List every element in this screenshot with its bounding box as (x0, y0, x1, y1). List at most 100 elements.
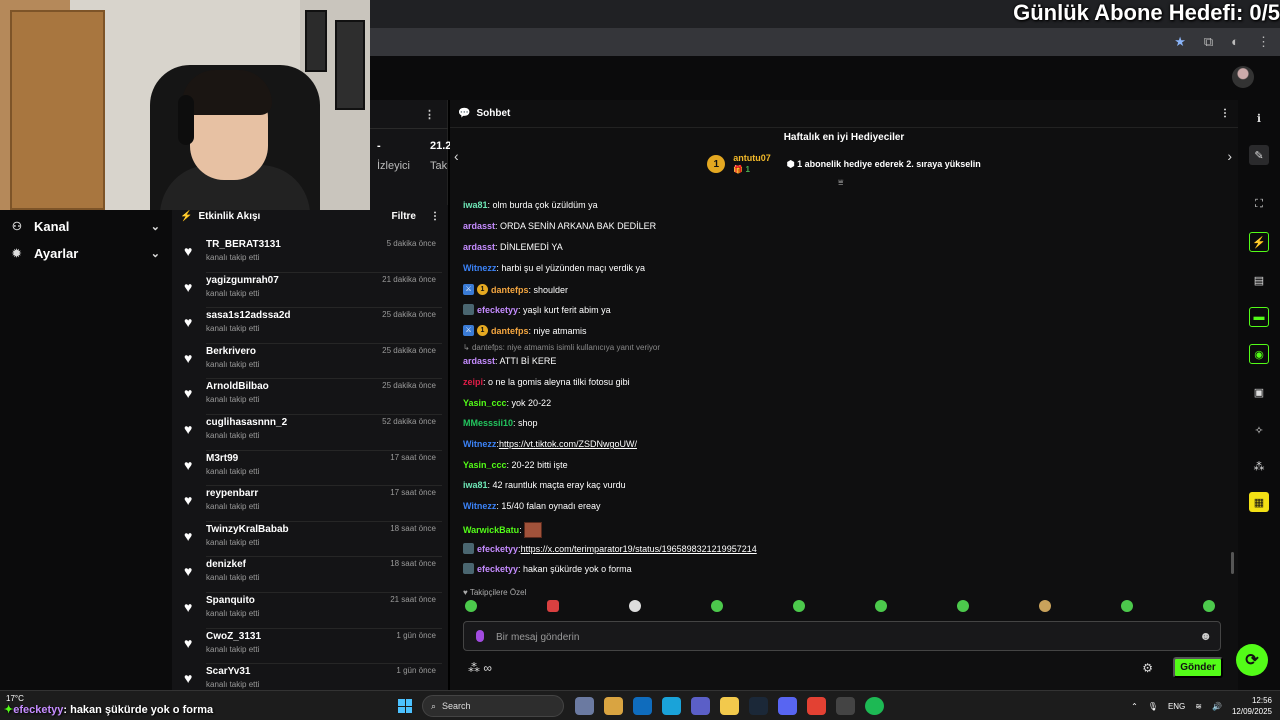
outlook-icon[interactable] (633, 697, 652, 715)
list-item[interactable]: ♥ yagizgumrah07 kanalı takip etti 21 dakika… (172, 273, 448, 309)
teams-icon[interactable] (691, 697, 710, 715)
chat-username[interactable]: Witnezz (463, 263, 496, 273)
list-item[interactable]: ♥ cuglihasasnnn_2 kanalı takip etti 52 daki… (172, 415, 448, 451)
discord-icon[interactable] (778, 697, 797, 715)
chat-link[interactable]: https://x.com/terimparator19/status/1965… (521, 544, 757, 554)
edge-icon[interactable] (662, 697, 681, 715)
list-item[interactable]: ♥ sasa1s12adssa2d kanalı takip etti 25 daki… (172, 308, 448, 344)
windows-start-icon[interactable] (398, 699, 412, 713)
chat-username[interactable]: Yasin_ccc (463, 460, 507, 470)
broadcast-icon[interactable]: ◉ (1249, 344, 1269, 364)
sidebar-item-label: Ayarlar (34, 246, 79, 261)
emote-button[interactable] (711, 600, 723, 612)
sidebar-item-channel[interactable]: ⚇ Kanal ⌄ (0, 213, 172, 240)
clock[interactable]: 12:56 12/09/2025 (1232, 695, 1272, 717)
nodes-icon[interactable]: ⁂ (1249, 456, 1269, 476)
wrench-icon[interactable]: ✧ (1249, 420, 1269, 440)
list-item[interactable]: ♥ denizkef kanalı takip etti 18 saat önce (172, 557, 448, 593)
microphone-icon[interactable]: 🎙 (1148, 702, 1158, 711)
chat-username[interactable]: efecketyy (477, 564, 518, 574)
top-gifter[interactable]: antutu07 🎁 1 (733, 153, 771, 175)
pencil-icon[interactable]: ✎ (1249, 145, 1269, 165)
taskbar-search[interactable]: ⌕ Search (422, 695, 564, 717)
chat-scrollbar[interactable] (1231, 552, 1234, 574)
list-item[interactable]: ♥ ArnoldBilbao kanalı takip etti 25 dakika … (172, 379, 448, 415)
layout-icon[interactable]: ▣ (1249, 382, 1269, 402)
clapper-icon[interactable]: ▦ (1249, 492, 1269, 512)
chat-icon[interactable]: ▬ (1249, 307, 1269, 327)
more-options-icon[interactable]: ⋮ (430, 211, 440, 222)
volume-icon[interactable]: 🔊 (1212, 702, 1222, 711)
chat-username[interactable]: efecketyy (477, 305, 518, 315)
emote-button[interactable] (629, 600, 641, 612)
chat-username[interactable]: WarwickBatu (463, 525, 519, 535)
obs-icon[interactable] (836, 697, 855, 715)
feed-action: kanalı takip etti (206, 324, 260, 334)
chat-link[interactable]: https://vt.tiktok.com/ZSDNwgoUW/ (499, 439, 637, 449)
emote-button[interactable] (547, 600, 559, 612)
chat-username[interactable]: dantefps (491, 285, 529, 295)
list-item[interactable]: ♥ TwinzyKralBabab kanalı takip etti 18 saat… (172, 522, 448, 558)
copilot-icon[interactable] (575, 697, 594, 715)
wifi-icon[interactable]: ≋ (1195, 702, 1202, 711)
file-explorer-icon[interactable] (720, 697, 739, 715)
profile-icon[interactable]: ◐ (1231, 34, 1239, 50)
chevron-left-icon[interactable]: ‹ (454, 148, 459, 164)
bolt-icon[interactable]: ⚡ (1249, 232, 1269, 252)
extensions-icon[interactable]: ⧉ (1204, 34, 1213, 50)
list-item[interactable]: ♥ TR_BERAT3131 kanalı takip etti 5 dakika ö… (172, 237, 448, 273)
more-options-icon[interactable]: ⋮ (1220, 108, 1230, 119)
chat-message-input[interactable] (496, 628, 1176, 646)
help-button[interactable]: ⟳ (1236, 644, 1268, 676)
emote-button[interactable] (1039, 600, 1051, 612)
chat-username[interactable]: ardasst (463, 356, 495, 366)
spotify-icon[interactable] (865, 697, 884, 715)
document-icon[interactable]: ▤ (1249, 270, 1269, 290)
emote-button[interactable] (793, 600, 805, 612)
emote-button[interactable] (465, 600, 477, 612)
list-item[interactable]: ♥ Spanquito kanalı takip etti 21 saat önce (172, 593, 448, 629)
chevron-right-icon[interactable]: › (1227, 148, 1232, 164)
filter-button[interactable]: Filtre (392, 211, 416, 222)
steam-icon[interactable] (749, 697, 768, 715)
browser-menu-icon[interactable]: ⋮ (1257, 34, 1270, 50)
emote-button[interactable] (875, 600, 887, 612)
chat-username[interactable]: Witnezz (463, 501, 496, 511)
microphone-icon[interactable] (476, 630, 484, 642)
chevron-up-icon[interactable]: ⌃ (1131, 702, 1138, 711)
emoji-icon[interactable]: ☻ (1199, 629, 1212, 643)
list-item[interactable]: ♥ reypenbarr kanalı takip etti 17 saat önce (172, 486, 448, 522)
chat-username[interactable]: iwa81 (463, 200, 488, 210)
emote-button[interactable] (957, 600, 969, 612)
weather-widget[interactable]: 17°C (6, 694, 24, 703)
bookmark-star-icon[interactable]: ★ (1174, 34, 1186, 50)
list-item[interactable]: ♥ CwoZ_3131 kanalı takip etti 1 gün önce (172, 629, 448, 665)
chat-username[interactable]: ardasst (463, 242, 495, 252)
heart-icon: ♥ (184, 243, 193, 259)
list-item[interactable]: ♥ M3rt99 kanalı takip etti 17 saat önce (172, 451, 448, 487)
gear-icon[interactable]: ⚙ (1142, 661, 1153, 675)
chat-username[interactable]: ardasst (463, 221, 495, 231)
pinned-toggle-icon[interactable]: ⩸ (838, 177, 843, 188)
language-indicator[interactable]: ENG (1168, 702, 1185, 711)
fullscreen-icon[interactable]: ⛶ (1249, 194, 1269, 214)
list-item[interactable]: ♥ Berkrivero kanalı takip etti 25 dakika ön… (172, 344, 448, 380)
store-icon[interactable] (604, 697, 623, 715)
chat-username[interactable]: dantefps (491, 326, 529, 336)
avatar[interactable] (1232, 66, 1254, 88)
chat-username[interactable]: zeipi (463, 377, 483, 387)
chat-username[interactable]: Witnezz (463, 439, 496, 449)
gift-points-icon[interactable]: ⁂ ∞ (468, 661, 492, 675)
chat-overlay-message: ✦efecketyy: hakan şükürde yok o forma (4, 703, 213, 716)
emote-button[interactable] (1203, 600, 1215, 612)
send-button[interactable]: Gönder (1173, 657, 1223, 678)
more-options-icon[interactable]: ⋮ (424, 108, 435, 121)
chat-username[interactable]: Yasin_ccc (463, 398, 507, 408)
chat-username[interactable]: MMesssii10 (463, 418, 513, 428)
emote-button[interactable] (1121, 600, 1133, 612)
chat-username[interactable]: iwa81 (463, 480, 488, 490)
chat-username[interactable]: efecketyy (477, 544, 518, 554)
info-icon[interactable]: ℹ (1249, 108, 1269, 128)
sidebar-item-settings[interactable]: ✹ Ayarlar ⌄ (0, 240, 172, 267)
chrome-icon[interactable] (807, 697, 826, 715)
